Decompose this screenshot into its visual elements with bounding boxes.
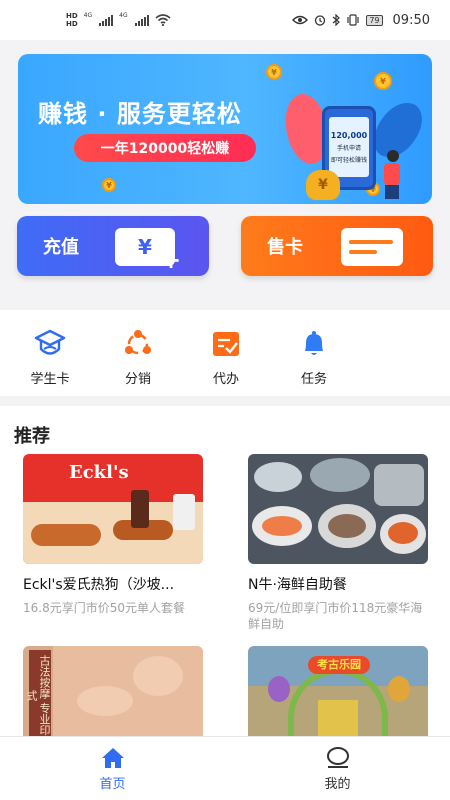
- app-screen: HD HD 4G 4G 79 09:50 赚钱 · 服务更轻松 一年120000…: [0, 0, 450, 800]
- quick-item-student-card[interactable]: 学生卡: [6, 310, 94, 396]
- promo-banner[interactable]: 赚钱 · 服务更轻松 一年120000轻松赚 ¥ ¥ ¥ ¥ ¥ ¥ 120,0…: [18, 54, 432, 204]
- phone-screen: 120,000 手机申请 即可轻松赚钱: [329, 117, 369, 177]
- card-title: Eckl's爱氏热狗（沙坡...: [23, 577, 175, 593]
- hd-indicator: HD HD: [66, 12, 78, 28]
- quick-menu: 学生卡 分销 代办 任务: [0, 310, 450, 396]
- seafood-image: [248, 454, 428, 564]
- battery-icon: 79: [366, 14, 383, 26]
- eye-icon: [292, 15, 309, 25]
- hd-label: HD: [66, 12, 78, 20]
- tab-label: 首页: [99, 777, 126, 792]
- bluetooth-icon: [332, 14, 341, 26]
- signal-icon: [134, 14, 149, 26]
- task-check-icon: [210, 328, 242, 360]
- quick-item-tasks[interactable]: 任务: [270, 310, 358, 396]
- card-description: 69元/位即享门市价118元豪华海鲜自助: [248, 601, 423, 631]
- bottom-tab-bar: 首页 我的: [0, 736, 450, 800]
- recommend-card[interactable]: 考古乐园: [248, 646, 428, 736]
- phone-text: 手机申请: [336, 144, 361, 152]
- vibrate-icon: [347, 14, 359, 26]
- coin-icon: ¥: [102, 178, 116, 192]
- quick-item-label: 代办: [212, 372, 239, 387]
- yen-symbol: ¥: [138, 235, 152, 259]
- coin-icon: ¥: [266, 64, 282, 80]
- brand-logo-text: Eckl's: [69, 462, 129, 483]
- quick-item-label: 任务: [300, 372, 327, 387]
- quick-item-distribution[interactable]: 分销: [94, 310, 182, 396]
- quick-item-label: 学生卡: [30, 372, 70, 387]
- card-title: N牛·海鲜自助餐: [248, 577, 347, 593]
- tab-mine[interactable]: 我的: [225, 737, 450, 800]
- home-icon: [101, 748, 124, 768]
- status-bar: HD HD 4G 4G 79 09:50: [0, 0, 450, 40]
- recharge-button[interactable]: 充值 ¥ +: [17, 216, 209, 276]
- bell-icon: [298, 328, 330, 360]
- person-illustration: [384, 150, 402, 200]
- money-bag-icon: ¥: [306, 170, 340, 200]
- recharge-label: 充值: [43, 237, 79, 258]
- phone-amount: 120,000: [330, 130, 368, 140]
- park-image: 考古乐园: [248, 646, 428, 736]
- tab-label: 我的: [324, 777, 351, 792]
- phone-text: 即可轻松赚钱: [330, 156, 367, 164]
- plus-icon: +: [161, 246, 182, 274]
- graduation-cap-icon: [34, 328, 66, 360]
- recommend-card[interactable]: N牛·海鲜自助餐 69元/位即享门市价118元豪华海鲜自助: [248, 454, 428, 632]
- network-label: 4G: [119, 12, 128, 19]
- banner-headline: 赚钱 · 服务更轻松: [38, 100, 242, 128]
- sell-card-button[interactable]: 售卡: [241, 216, 433, 276]
- section-title: 推荐: [14, 426, 50, 447]
- massage-image: 古法按摩 专业印式: [23, 646, 203, 736]
- recommend-card[interactable]: 古法按摩 专业印式: [23, 646, 203, 736]
- massage-sign: 古法按摩 专业印式: [25, 650, 51, 736]
- card-description: 16.8元享门市价50元单人套餐: [23, 601, 185, 615]
- status-left: HD HD 4G 4G: [66, 12, 171, 28]
- clock: 09:50: [392, 12, 430, 28]
- share-nodes-icon: [122, 328, 154, 360]
- tab-home[interactable]: 首页: [0, 737, 225, 800]
- bank-card-icon: [341, 228, 403, 266]
- quick-item-agent[interactable]: 代办: [182, 310, 270, 396]
- profile-icon: [326, 747, 349, 768]
- recommend-card[interactable]: Eckl's Eckl's爱氏热狗（沙坡... 16.8元享门市价50元单人套餐: [23, 454, 203, 632]
- sell-card-label: 售卡: [267, 237, 303, 258]
- status-right: 79 09:50: [292, 13, 430, 28]
- wifi-icon: [155, 14, 171, 26]
- quick-item-label: 分销: [124, 372, 151, 387]
- hotdog-image: Eckl's: [23, 454, 203, 564]
- park-sign: 考古乐园: [308, 656, 370, 674]
- hd-label: HD: [66, 20, 78, 28]
- recommend-section: 推荐 Eckl's Eckl's爱氏热狗（沙坡... 16.8元享门市价50元单…: [0, 406, 450, 746]
- signal-icon: [99, 14, 114, 26]
- banner-pill: 一年120000轻松赚: [74, 134, 256, 162]
- alarm-icon: [315, 15, 326, 26]
- coin-icon: ¥: [374, 72, 392, 90]
- network-label: 4G: [83, 12, 93, 19]
